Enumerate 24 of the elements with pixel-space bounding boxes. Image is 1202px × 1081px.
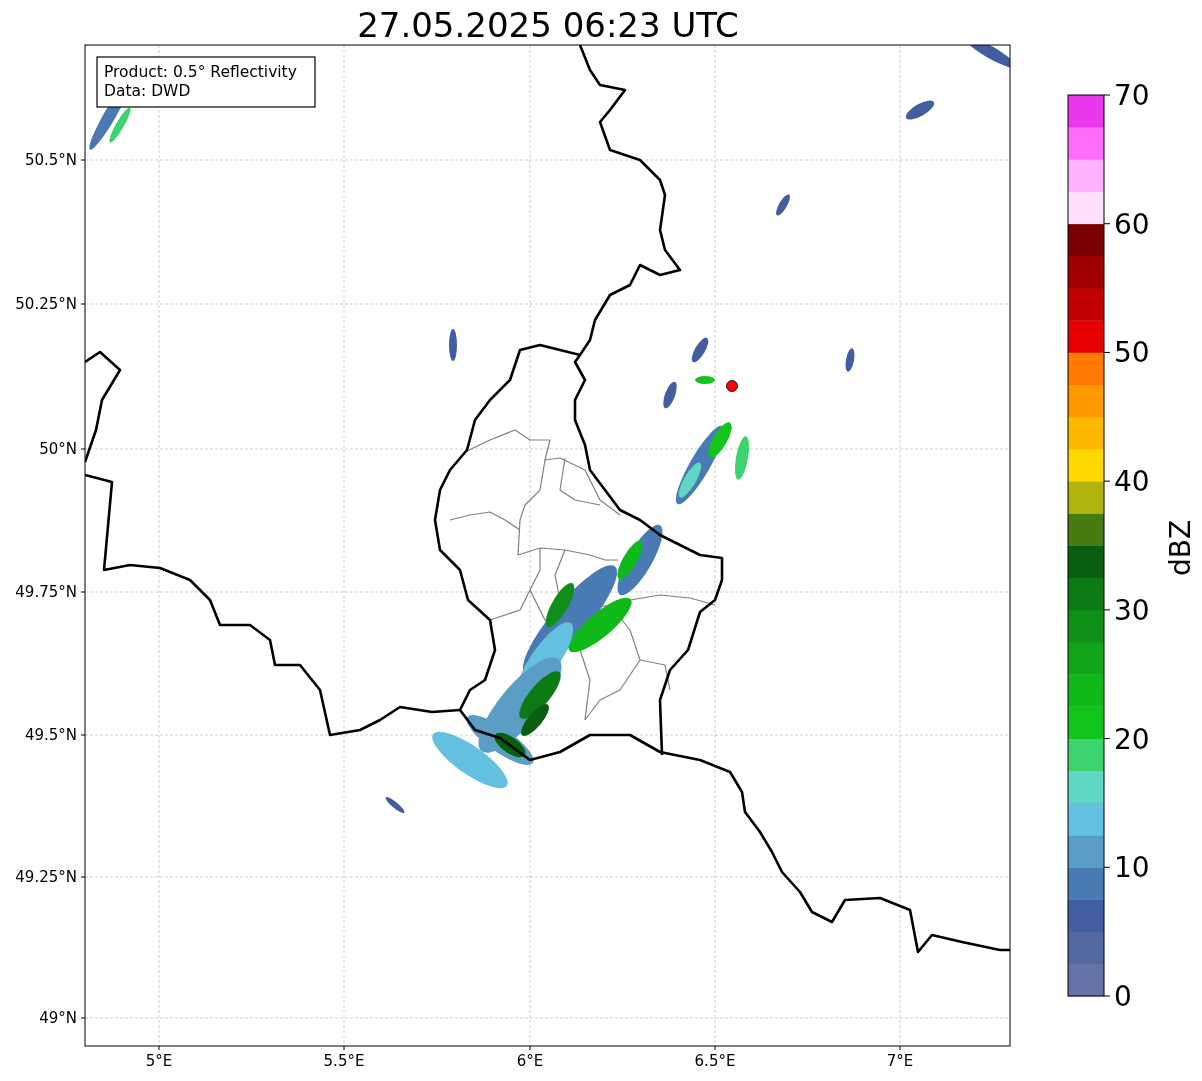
longitude-label: 5°E [145,1052,173,1070]
latitude-label: 50.25°N [15,295,77,313]
colorbar-tick-label: 20 [1114,722,1150,756]
longitude-label: 7°E [886,1052,914,1070]
colorbar-tick-label: 10 [1114,851,1150,885]
latitude-label: 50.5°N [24,151,77,169]
colorbar-tick-label: 0 [1114,980,1132,1013]
latitude-label: 49°N [39,1009,77,1027]
latitude-label: 50°N [39,440,77,458]
colorbar-tick-label: 50 [1114,336,1150,370]
colorbar-tick-label: 70 [1114,79,1150,112]
chart-title: 27.05.2025 06:23 UTC [357,5,739,45]
legend-text: Product: 0.5° Reflectivity [104,63,297,81]
latitude-label: 49.5°N [24,726,77,744]
colorbar-label: dBZ [1164,519,1197,577]
colorbar-tick-label: 60 [1114,207,1150,241]
latitude-label: 49.75°N [15,583,77,601]
longitude-label: 6°E [516,1052,544,1070]
longitude-label: 5.5°E [323,1052,365,1070]
legend-text: Data: DWD [104,82,191,100]
colorbar-tick-label: 30 [1114,593,1150,627]
colorbar-tick-label: 40 [1114,465,1150,499]
longitude-label: 6.5°E [694,1052,736,1070]
latitude-label: 49.25°N [15,868,77,886]
